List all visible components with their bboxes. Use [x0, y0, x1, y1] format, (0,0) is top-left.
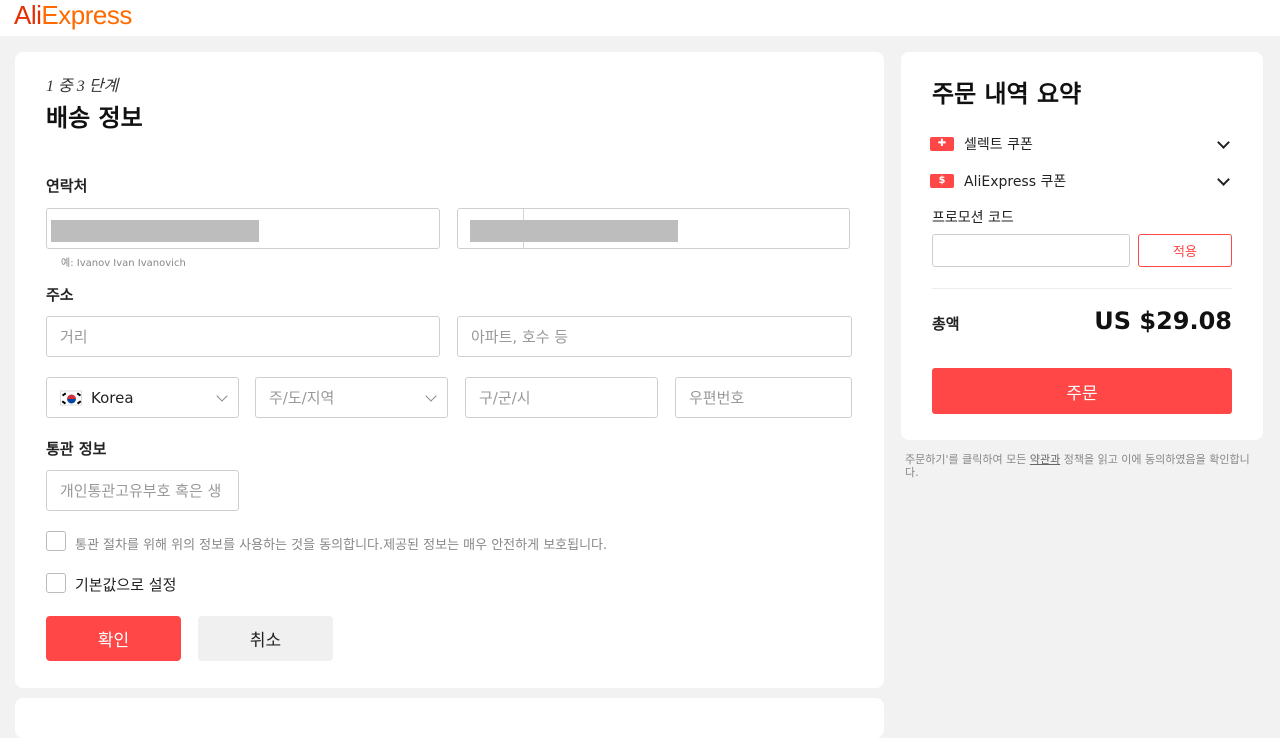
promo-code-label: 프로모션 코드 [932, 210, 1014, 226]
logo-text-express: Express [41, 0, 132, 30]
confirm-button[interactable]: 확인 [46, 616, 181, 661]
terms-link[interactable]: 약관과 [1030, 453, 1060, 466]
aliexpress-logo[interactable]: AliExpress [14, 0, 132, 30]
korea-flag-icon [60, 390, 82, 405]
city-input[interactable]: 구/군/시 [465, 377, 658, 418]
select-coupon-label: 셀렉트 쿠폰 [964, 137, 1033, 153]
redacted-phone [470, 220, 678, 242]
default-text: 기본값으로 설정 [75, 576, 177, 594]
province-select[interactable]: 주/도/지역 [255, 377, 448, 418]
promo-code-input[interactable] [932, 234, 1130, 267]
logo-text-ali: Ali [14, 0, 42, 30]
select-coupon-row[interactable]: ✚ 셀렉트 쿠폰 [930, 135, 1234, 155]
chevron-down-icon [1217, 173, 1230, 186]
summary-title: 주문 내역 요약 [932, 80, 1082, 108]
country-select[interactable]: Korea [46, 377, 239, 418]
default-checkbox[interactable] [46, 573, 66, 593]
summary-divider [932, 288, 1232, 289]
dollar-coupon-icon: $ [930, 174, 954, 188]
city-placeholder: 구/군/시 [479, 389, 531, 407]
terms-text-before: 주문하기'를 클릭하여 모든 [905, 453, 1030, 466]
coupon-icon: ✚ [930, 137, 954, 151]
phone-input[interactable] [457, 208, 850, 249]
terms-notice: 주문하기'를 클릭하여 모든 약관과 정책을 읽고 이에 동의하였음을 확인합니… [905, 453, 1255, 479]
total-value: US $29.08 [1094, 307, 1232, 335]
province-placeholder: 주/도/지역 [269, 389, 335, 407]
shipping-title: 배송 정보 [46, 104, 143, 132]
redacted-name [51, 220, 259, 242]
consent-text: 통관 절차를 위해 위의 정보를 사용하는 것을 동의합니다.제공된 정보는 매… [75, 538, 608, 553]
shipping-info-card: 1 중 3 단계 배송 정보 연락처 예: Ivanov Ivan Ivanov… [15, 52, 884, 688]
cancel-button[interactable]: 취소 [198, 616, 333, 661]
aliexpress-coupon-row[interactable]: $ AliExpress 쿠폰 [930, 172, 1234, 192]
next-section-card [15, 698, 884, 738]
apply-button[interactable]: 적용 [1138, 234, 1232, 267]
street-input[interactable]: 거리 [46, 316, 440, 357]
order-summary-card: 주문 내역 요약 ✚ 셀렉트 쿠폰 $ AliExpress 쿠폰 프로모션 코… [901, 52, 1263, 440]
top-bar: AliExpress [0, 0, 1280, 36]
chevron-down-icon [425, 389, 437, 402]
zip-placeholder: 우편번호 [689, 389, 745, 407]
address-label: 주소 [46, 286, 74, 304]
name-hint: 예: Ivanov Ivan Ivanovich [61, 258, 186, 269]
customs-placeholder: 개인통관고유부호 혹은 생 [60, 482, 222, 500]
chevron-down-icon [216, 389, 228, 402]
chevron-down-icon [1217, 136, 1230, 149]
contact-label: 연락처 [46, 177, 88, 195]
apartment-placeholder: 아파트, 호수 등 [471, 328, 569, 346]
step-indicator: 1 중 3 단계 [46, 78, 119, 95]
aliexpress-coupon-label: AliExpress 쿠폰 [964, 174, 1067, 190]
order-button[interactable]: 주문 [932, 368, 1232, 414]
zip-input[interactable]: 우편번호 [675, 377, 852, 418]
consent-checkbox[interactable] [46, 531, 66, 551]
name-input[interactable] [46, 208, 440, 249]
customs-code-input[interactable]: 개인통관고유부호 혹은 생 [46, 470, 239, 511]
apartment-input[interactable]: 아파트, 호수 등 [457, 316, 852, 357]
street-placeholder: 거리 [60, 328, 88, 346]
customs-label: 통관 정보 [46, 440, 107, 458]
country-value: Korea [91, 388, 134, 407]
total-label: 총액 [932, 315, 960, 333]
